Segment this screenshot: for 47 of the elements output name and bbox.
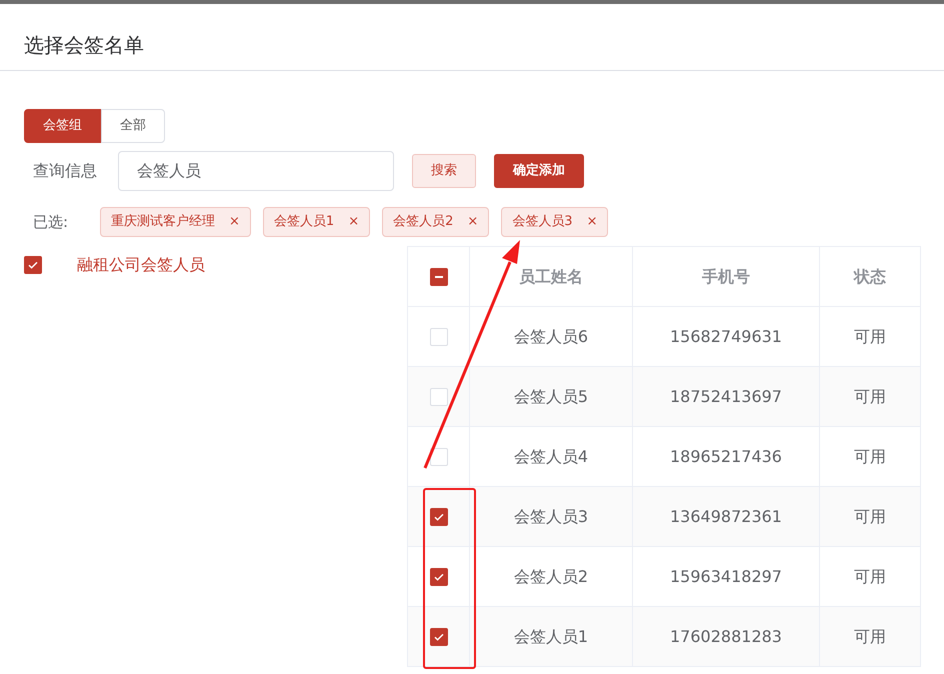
query-label: 查询信息 <box>32 160 98 182</box>
table-cell: 会签人员6 <box>514 326 588 346</box>
table-cell: 可用 <box>854 386 886 406</box>
table-cell: 会签人员3 <box>514 506 588 526</box>
tag-close-icon[interactable]: × <box>348 212 360 232</box>
table-cell: 18752413697 <box>670 386 782 406</box>
tag-close-icon[interactable]: × <box>467 212 478 232</box>
column-header: 员工姓名 <box>519 266 583 286</box>
checked-checkbox[interactable] <box>24 256 42 274</box>
tag-text: 会签人员2 <box>393 213 454 232</box>
tag-text: 会签人员3 <box>512 213 573 232</box>
checked-checkbox[interactable] <box>430 568 448 586</box>
checked-checkbox[interactable] <box>430 628 448 646</box>
tag-text: 重庆测试客户经理 <box>111 213 215 232</box>
indeterminate-checkbox[interactable] <box>430 268 448 286</box>
selected-label: 已选: <box>32 212 70 233</box>
search-field[interactable]: 会签人员 <box>118 151 394 191</box>
table-cell: 18965217436 <box>670 446 782 466</box>
table-cell: 15682749631 <box>670 326 782 346</box>
table-cell: 可用 <box>854 566 886 586</box>
table-cell: 可用 <box>854 506 886 526</box>
table-cell: 17602881283 <box>670 626 782 646</box>
tab[interactable]: 会签组 <box>24 109 101 143</box>
table-cell: 可用 <box>854 446 886 466</box>
table-cell: 会签人员2 <box>514 566 588 586</box>
checkbox[interactable] <box>430 448 448 466</box>
table-cell: 可用 <box>854 326 886 346</box>
table-cell: 会签人员4 <box>514 446 588 466</box>
column-header: 状态 <box>854 266 886 286</box>
checkbox[interactable] <box>430 328 448 346</box>
table-cell: 13649872361 <box>670 506 782 526</box>
checked-checkbox[interactable] <box>430 508 448 526</box>
tag-text: 会签人员1 <box>274 213 334 232</box>
column-header: 手机号 <box>702 266 750 286</box>
tag-close-icon[interactable]: × <box>586 212 598 232</box>
tab[interactable]: 全部 <box>101 109 165 143</box>
table-cell: 可用 <box>854 626 886 646</box>
table-cell: 15963418297 <box>670 566 782 586</box>
tag-close-icon[interactable]: × <box>229 212 240 232</box>
checkbox[interactable] <box>430 388 448 406</box>
dialog-title: 选择会签名单 <box>24 33 144 57</box>
table-cell: 会签人员1 <box>514 626 588 646</box>
table-cell: 会签人员5 <box>514 386 588 406</box>
check-icon <box>27 259 39 271</box>
confirm-add-button[interactable]: 确定添加 <box>494 154 584 188</box>
search-button[interactable]: 搜索 <box>412 154 476 188</box>
group-label[interactable]: 融租公司会签人员 <box>77 253 205 277</box>
